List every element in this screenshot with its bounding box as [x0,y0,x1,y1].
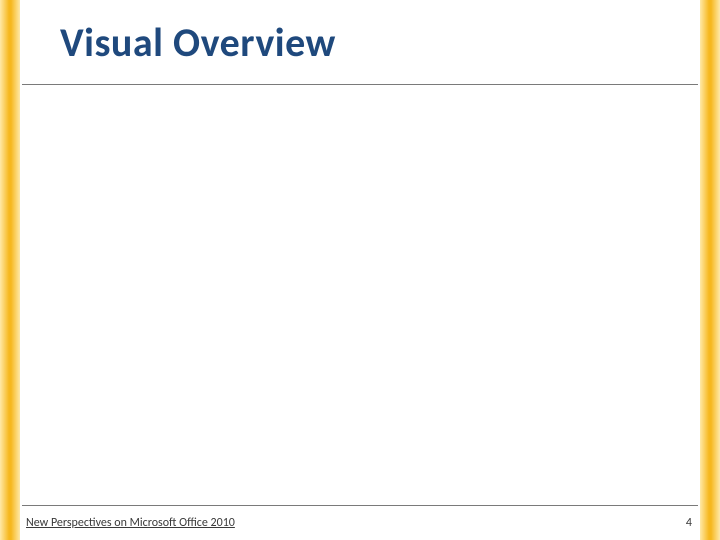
footer-text: New Perspectives on Microsoft Office 201… [26,516,235,530]
accent-bar-left [0,0,20,540]
slide-title: Visual Overview [60,18,336,67]
title-divider [22,84,698,85]
page-number: 4 [686,516,692,530]
accent-bar-right [700,0,720,540]
footer-divider [22,505,698,506]
slide: Visual Overview New Perspectives on Micr… [0,0,720,540]
